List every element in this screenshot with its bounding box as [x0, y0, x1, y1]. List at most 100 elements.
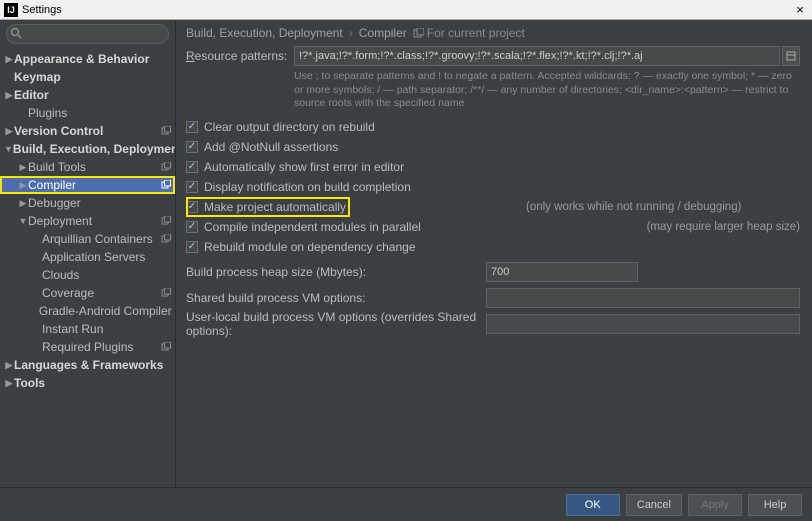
chevron-right-icon: ▶ — [4, 378, 14, 389]
display-notification-checkbox[interactable]: ✓ Display notification on build completi… — [186, 177, 800, 197]
shared-vm-label: Shared build process VM options: — [186, 291, 486, 305]
chevron-right-icon: ▶ — [4, 126, 14, 137]
chevron-right-icon: ▶ — [4, 54, 14, 65]
breadcrumb: Build, Execution, Deployment › Compiler … — [186, 26, 800, 40]
rebuild-on-dep-checkbox[interactable]: ✓ Rebuild module on dependency change — [186, 237, 800, 257]
tree-item-label: Deployment — [28, 214, 157, 228]
apply-button[interactable]: Apply — [688, 494, 742, 516]
tree-item-appearance-behavior[interactable]: ▶Appearance & Behavior — [0, 50, 175, 68]
arrow-blank: ▶ — [32, 324, 42, 335]
make-auto-note: (only works while not running / debuggin… — [506, 201, 741, 213]
tree-item-label: Editor — [14, 88, 171, 102]
project-scope-icon — [161, 216, 171, 226]
tree-item-languages-frameworks[interactable]: ▶Languages & Frameworks — [0, 356, 175, 374]
sidebar: ▶Appearance & Behavior▶Keymap▶Editor▶Plu… — [0, 20, 176, 487]
shared-vm-input[interactable] — [486, 288, 800, 308]
tree-item-debugger[interactable]: ▶Debugger — [0, 194, 175, 212]
tree-item-coverage[interactable]: ▶Coverage — [0, 284, 175, 302]
compile-parallel-checkbox[interactable]: ✓ Compile independent modules in paralle… — [186, 217, 800, 237]
compile-parallel-note: (may require larger heap size) — [627, 221, 800, 233]
checkbox-icon: ✓ — [186, 161, 198, 173]
resource-patterns-input[interactable] — [294, 46, 780, 66]
chevron-down-icon: ▼ — [18, 216, 28, 226]
project-scope-icon — [161, 234, 171, 244]
tree-item-label: Instant Run — [42, 322, 171, 336]
tree-item-build-tools[interactable]: ▶Build Tools — [0, 158, 175, 176]
tree-item-label: Tools — [14, 376, 171, 390]
tree-item-build-execution-deployment[interactable]: ▼Build, Execution, Deployment — [0, 140, 175, 158]
resource-patterns-hint: Use ; to separate patterns and ! to nega… — [294, 70, 800, 111]
tree-item-application-servers[interactable]: ▶Application Servers — [0, 248, 175, 266]
chevron-right-icon: ▶ — [18, 198, 28, 209]
tree-item-label: Coverage — [42, 286, 157, 300]
project-scope-icon — [161, 180, 171, 190]
tree-item-label: Languages & Frameworks — [14, 358, 171, 372]
user-vm-input[interactable] — [486, 314, 800, 334]
tree-item-required-plugins[interactable]: ▶Required Plugins — [0, 338, 175, 356]
tree-item-version-control[interactable]: ▶Version Control — [0, 122, 175, 140]
tree-item-plugins[interactable]: ▶Plugins — [0, 104, 175, 122]
window-title: Settings — [22, 4, 792, 16]
clear-output-checkbox[interactable]: ✓ Clear output directory on rebuild — [186, 117, 800, 137]
tree-item-gradle-android-compiler[interactable]: ▶Gradle-Android Compiler — [0, 302, 175, 320]
heap-size-input[interactable] — [486, 262, 638, 282]
arrow-blank: ▶ — [32, 288, 42, 299]
checkbox-icon: ✓ — [186, 241, 198, 253]
tree-item-label: Arquillian Containers — [42, 232, 157, 246]
expand-button[interactable] — [782, 46, 800, 66]
for-current-project: For current project — [413, 26, 525, 40]
tree-item-label: Application Servers — [42, 250, 171, 264]
expand-icon — [786, 51, 796, 61]
show-first-error-label: Automatically show first error in editor — [204, 160, 404, 174]
close-icon[interactable]: × — [792, 2, 808, 17]
chevron-right-icon: › — [349, 26, 353, 40]
tree-item-label: Plugins — [28, 106, 171, 120]
tree-item-label: Compiler — [28, 178, 157, 192]
app-icon: IJ — [4, 3, 18, 17]
chevron-right-icon: ▶ — [18, 180, 28, 191]
project-scope-icon — [161, 342, 171, 352]
checkbox-icon: ✓ — [186, 181, 198, 193]
tree-item-label: Gradle-Android Compiler — [39, 304, 172, 318]
tree-item-label: Appearance & Behavior — [14, 52, 171, 66]
tree-item-tools[interactable]: ▶Tools — [0, 374, 175, 392]
tree-item-deployment[interactable]: ▼Deployment — [0, 212, 175, 230]
breadcrumb-current: Compiler — [359, 26, 407, 40]
display-notification-label: Display notification on build completion — [204, 180, 411, 194]
tree-item-keymap[interactable]: ▶Keymap — [0, 68, 175, 86]
project-scope-icon — [161, 162, 171, 172]
tree-item-compiler[interactable]: ▶Compiler — [0, 176, 175, 194]
tree-item-editor[interactable]: ▶Editor — [0, 86, 175, 104]
tree-item-arquillian-containers[interactable]: ▶Arquillian Containers — [0, 230, 175, 248]
checkbox-icon: ✓ — [186, 141, 198, 153]
tree-item-label: Version Control — [14, 124, 157, 138]
tree-item-label: Keymap — [14, 70, 171, 84]
arrow-blank: ▶ — [18, 108, 28, 119]
show-first-error-checkbox[interactable]: ✓ Automatically show first error in edit… — [186, 157, 800, 177]
project-scope-icon — [161, 288, 171, 298]
arrow-blank: ▶ — [32, 306, 39, 317]
compile-parallel-label: Compile independent modules in parallel — [204, 220, 421, 234]
project-icon — [413, 28, 424, 39]
content: Resource patterns: Use ; to separate pat… — [186, 46, 800, 481]
help-button[interactable]: Help — [748, 494, 802, 516]
arrow-blank: ▶ — [32, 234, 42, 245]
chevron-down-icon: ▼ — [4, 144, 13, 154]
tree-item-clouds[interactable]: ▶Clouds — [0, 266, 175, 284]
rebuild-on-dep-label: Rebuild module on dependency change — [204, 240, 416, 254]
tree-item-label: Required Plugins — [42, 340, 157, 354]
heap-size-label: Build process heap size (Mbytes): — [186, 265, 486, 279]
ok-button[interactable]: OK — [566, 494, 620, 516]
search-input[interactable] — [6, 24, 169, 44]
breadcrumb-parent: Build, Execution, Deployment — [186, 26, 343, 40]
checkbox-icon: ✓ — [186, 201, 198, 213]
titlebar: IJ Settings × — [0, 0, 812, 20]
tree-item-instant-run[interactable]: ▶Instant Run — [0, 320, 175, 338]
arrow-blank: ▶ — [32, 342, 42, 353]
chevron-right-icon: ▶ — [4, 360, 14, 371]
clear-output-label: Clear output directory on rebuild — [204, 120, 375, 134]
add-notnull-label: Add @NotNull assertions — [204, 140, 338, 154]
add-notnull-checkbox[interactable]: ✓ Add @NotNull assertions — [186, 137, 800, 157]
cancel-button[interactable]: Cancel — [626, 494, 682, 516]
tree-item-label: Clouds — [42, 268, 171, 282]
